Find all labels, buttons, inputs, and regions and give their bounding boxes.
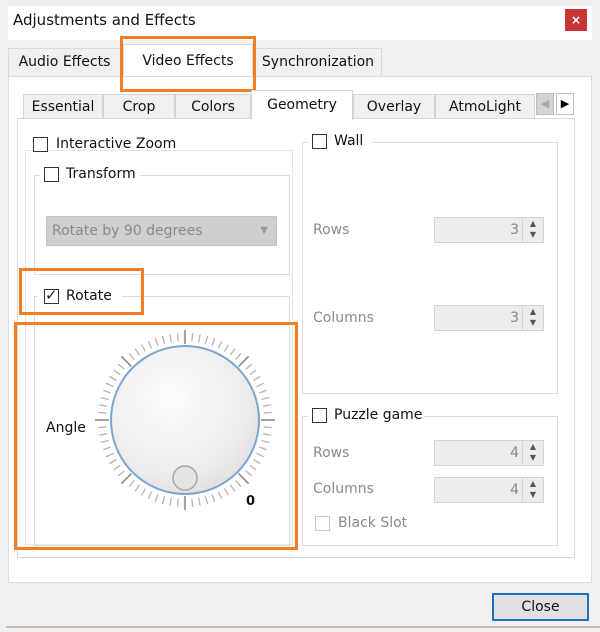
puzzle-columns-label: Columns xyxy=(313,481,374,497)
transform-select[interactable]: Rotate by 90 degrees ▼ xyxy=(46,216,277,246)
highlight-angle-dial xyxy=(14,322,298,550)
chevron-left-icon: ◀ xyxy=(540,97,550,110)
highlight-video-effects xyxy=(120,36,256,92)
wall-columns-spinbox[interactable]: 3 ▲ ▼ xyxy=(434,305,544,331)
spin-buttons[interactable]: ▲ ▼ xyxy=(522,218,543,242)
close-icon: × xyxy=(570,13,582,27)
subtab-crop[interactable]: Crop xyxy=(103,94,175,118)
window-close-button[interactable]: × xyxy=(565,9,587,31)
transform-checkbox[interactable] xyxy=(44,167,59,182)
chevron-right-icon: ▶ xyxy=(560,97,570,110)
subtab-essential[interactable]: Essential xyxy=(23,94,103,118)
subtab-overlay[interactable]: Overlay xyxy=(353,94,435,118)
spin-down-icon[interactable]: ▼ xyxy=(523,229,543,240)
wall-rows-label: Rows xyxy=(313,222,350,238)
subtab-label: Geometry xyxy=(267,97,337,113)
tab-audio-effects[interactable]: Audio Effects xyxy=(8,48,121,76)
spin-down-icon[interactable]: ▼ xyxy=(523,489,543,500)
spin-buttons[interactable]: ▲ ▼ xyxy=(522,441,543,465)
subtab-label: Colors xyxy=(191,99,235,115)
interactive-zoom-checkbox[interactable] xyxy=(33,137,48,152)
spin-value: 3 xyxy=(510,310,519,326)
spin-down-icon[interactable]: ▼ xyxy=(523,317,543,328)
spin-value: 4 xyxy=(510,482,519,498)
subtab-geometry[interactable]: Geometry xyxy=(251,90,353,120)
wall-label: Wall xyxy=(334,133,364,149)
spin-value: 3 xyxy=(510,222,519,238)
subtab-label: AtmoLight xyxy=(449,99,521,115)
black-slot-checkbox[interactable] xyxy=(315,516,330,531)
puzzle-game-label: Puzzle game xyxy=(334,407,423,423)
transform-label: Transform xyxy=(66,166,136,182)
puzzle-columns-spinbox[interactable]: 4 ▲ ▼ xyxy=(434,477,544,503)
spin-up-icon[interactable]: ▲ xyxy=(523,478,543,489)
subtab-label: Crop xyxy=(122,99,156,115)
tab-scroll-right-button[interactable]: ▶ xyxy=(556,93,574,115)
tab-synchronization[interactable]: Synchronization xyxy=(254,48,382,76)
highlight-rotate xyxy=(19,268,144,315)
subtab-colors[interactable]: Colors xyxy=(175,94,251,118)
dropdown-arrow-icon: ▼ xyxy=(260,225,268,236)
spin-up-icon[interactable]: ▲ xyxy=(523,306,543,317)
wall-rows-spinbox[interactable]: 3 ▲ ▼ xyxy=(434,217,544,243)
transform-select-value: Rotate by 90 degrees xyxy=(52,223,203,239)
tab-scroll-left-button[interactable]: ◀ xyxy=(536,93,554,115)
close-button[interactable]: Close xyxy=(492,593,589,621)
black-slot-label: Black Slot xyxy=(338,515,408,531)
bottom-divider xyxy=(6,626,600,628)
wall-checkbox[interactable] xyxy=(312,134,327,149)
puzzle-game-checkbox[interactable] xyxy=(312,408,327,423)
subtab-label: Overlay xyxy=(366,99,422,115)
spin-up-icon[interactable]: ▲ xyxy=(523,441,543,452)
close-button-label: Close xyxy=(521,599,560,615)
tab-label: Synchronization xyxy=(261,54,375,70)
spin-down-icon[interactable]: ▼ xyxy=(523,452,543,463)
subtab-label: Essential xyxy=(31,99,95,115)
puzzle-rows-label: Rows xyxy=(313,445,350,461)
subtab-atmolight[interactable]: AtmoLight xyxy=(435,94,535,118)
wall-columns-label: Columns xyxy=(313,310,374,326)
wall-group xyxy=(302,142,558,394)
interactive-zoom-label: Interactive Zoom xyxy=(56,136,177,152)
spin-value: 4 xyxy=(510,445,519,461)
tab-label: Audio Effects xyxy=(18,54,111,70)
spin-up-icon[interactable]: ▲ xyxy=(523,218,543,229)
spin-buttons[interactable]: ▲ ▼ xyxy=(522,478,543,502)
spin-buttons[interactable]: ▲ ▼ xyxy=(522,306,543,330)
window-title: Adjustments and Effects xyxy=(13,11,196,29)
puzzle-rows-spinbox[interactable]: 4 ▲ ▼ xyxy=(434,440,544,466)
